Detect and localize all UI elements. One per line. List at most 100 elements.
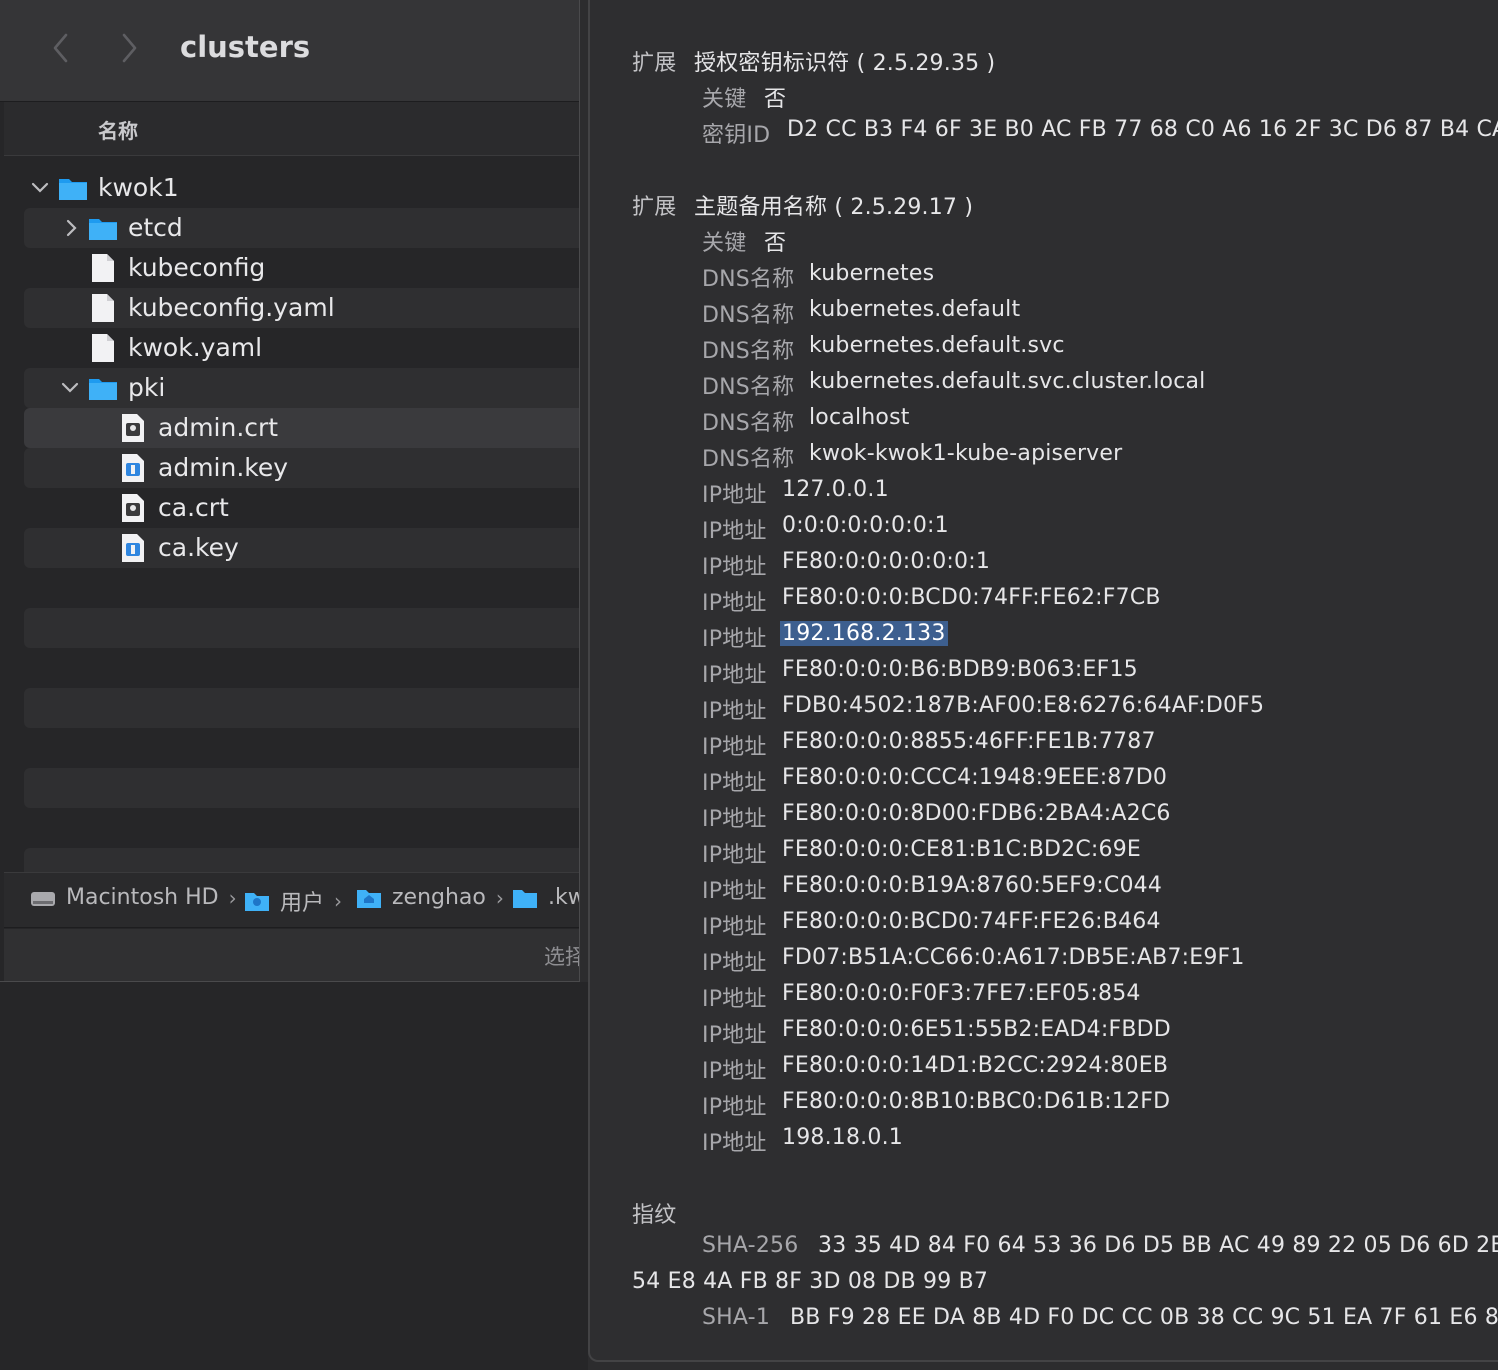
ip-address-key: IP地址 bbox=[702, 879, 767, 904]
chevron-right-icon: › bbox=[334, 889, 343, 913]
chevron-right-icon: › bbox=[495, 885, 504, 910]
status-bar: 选择 bbox=[4, 929, 579, 981]
extension-label: 扩展 bbox=[632, 51, 677, 76]
ip-address-value[interactable]: FE80:0:0:0:14D1:B2CC:2924:80EB bbox=[782, 1053, 1168, 1078]
ip-address-key: IP地址 bbox=[702, 627, 767, 652]
dns-name-value: kubernetes bbox=[809, 261, 935, 286]
hard-drive-icon bbox=[31, 891, 55, 906]
critical-value: 否 bbox=[764, 87, 787, 112]
list-item-label: pki bbox=[128, 373, 166, 402]
ip-address-key: IP地址 bbox=[702, 519, 767, 544]
fingerprint-title: 指纹 bbox=[632, 1203, 677, 1228]
window-title: clusters bbox=[180, 30, 311, 64]
empty-row bbox=[24, 608, 579, 648]
list-item-label: kwok1 bbox=[98, 173, 179, 202]
list-item-kwok1[interactable]: kwok1 bbox=[24, 168, 579, 208]
list-item-etcd[interactable]: etcd bbox=[24, 208, 579, 248]
list-item-ca-key[interactable]: ca.key bbox=[24, 528, 579, 568]
dns-name-key: DNS名称 bbox=[702, 339, 795, 364]
dns-name-value: localhost bbox=[809, 405, 910, 430]
ip-address-key: IP地址 bbox=[702, 987, 767, 1012]
ip-address-key: IP地址 bbox=[702, 951, 767, 976]
critical-key: 关键 bbox=[702, 87, 747, 112]
sha256-key: SHA-256 bbox=[702, 1233, 799, 1258]
list-item-kubeconfig-yaml[interactable]: kubeconfig.yaml bbox=[24, 288, 579, 328]
chevron-down-icon[interactable] bbox=[60, 376, 80, 400]
ip-address-value[interactable]: FE80:0:0:0:0:0:0:1 bbox=[782, 549, 990, 574]
sha256-value: 33 35 4D 84 F0 64 53 36 D6 D5 BB AC 49 8… bbox=[818, 1233, 1498, 1258]
ip-address-value[interactable]: FE80:0:0:0:BCD0:74FF:FE62:F7CB bbox=[782, 585, 1161, 610]
ip-address-value[interactable]: FE80:0:0:0:8855:46FF:FE1B:7787 bbox=[782, 729, 1156, 754]
ip-address-value[interactable]: FDB0:4502:187B:AF00:E8:6276:64AF:D0F5 bbox=[782, 693, 1264, 718]
list-item-label: kwok.yaml bbox=[128, 333, 263, 362]
folder-icon bbox=[59, 179, 87, 200]
ip-address-key: IP地址 bbox=[702, 771, 767, 796]
chevron-right-icon: › bbox=[228, 885, 237, 910]
ip-address-value[interactable]: FE80:0:0:0:CE81:B1C:BD2C:69E bbox=[782, 837, 1141, 862]
ip-address-key: IP地址 bbox=[702, 663, 767, 688]
critical-value: 否 bbox=[764, 231, 787, 256]
ip-address-key: IP地址 bbox=[702, 699, 767, 724]
column-header-name[interactable]: 名称 bbox=[4, 102, 579, 156]
ip-address-value[interactable]: 198.18.0.1 bbox=[782, 1125, 903, 1150]
status-text: 选择 bbox=[544, 945, 579, 969]
ip-address-value[interactable]: FE80:0:0:0:8D00:FDB6:2BA4:A2C6 bbox=[782, 801, 1171, 826]
list-item-pki[interactable]: pki bbox=[24, 368, 579, 408]
path-item-zenghao[interactable]: zenghao › bbox=[356, 885, 504, 910]
ip-address-value-selected[interactable]: 192.168.2.133 bbox=[780, 621, 948, 646]
dns-name-value: kubernetes.default.svc bbox=[809, 333, 1065, 358]
dns-name-key: DNS名称 bbox=[702, 267, 795, 292]
ip-address-key: IP地址 bbox=[702, 1095, 767, 1120]
ip-address-key: IP地址 bbox=[702, 483, 767, 508]
list-item-label: ca.crt bbox=[158, 493, 229, 522]
key-file-icon bbox=[122, 454, 144, 482]
chevron-down-icon[interactable] bbox=[30, 176, 50, 200]
dns-name-key: DNS名称 bbox=[702, 447, 795, 472]
path-item-macintosh-hd[interactable]: Macintosh HD › bbox=[30, 885, 237, 910]
list-item-label: ca.key bbox=[158, 533, 239, 562]
back-chevron-icon[interactable] bbox=[42, 30, 78, 66]
ip-address-value[interactable]: 0:0:0:0:0:0:0:1 bbox=[782, 513, 949, 538]
ip-address-value[interactable]: FE80:0:0:0:B19A:8760:5EF9:C044 bbox=[782, 873, 1162, 898]
forward-chevron-icon[interactable] bbox=[112, 30, 148, 66]
extension-title: 授权密钥标识符 ( 2.5.29.35 ) bbox=[694, 51, 996, 76]
ip-address-key: IP地址 bbox=[702, 843, 767, 868]
ip-address-value[interactable]: FE80:0:0:0:F0F3:7FE7:EF05:854 bbox=[782, 981, 1141, 1006]
chevron-right-icon[interactable] bbox=[62, 216, 82, 240]
list-item-admin-crt[interactable]: admin.crt bbox=[24, 408, 579, 448]
list-item-ca-crt[interactable]: ca.crt bbox=[24, 488, 579, 528]
dns-name-value: kubernetes.default bbox=[809, 297, 1021, 322]
extension-label: 扩展 bbox=[632, 195, 677, 220]
ip-address-value[interactable]: FE80:0:0:0:6E51:55B2:EAD4:FBDD bbox=[782, 1017, 1171, 1042]
desktop-background bbox=[0, 982, 588, 1370]
dns-name-key: DNS名称 bbox=[702, 375, 795, 400]
key-id-key: 密钥ID bbox=[702, 123, 771, 148]
path-item-kw[interactable]: .kw bbox=[512, 885, 579, 910]
extension-title: 主题备用名称 ( 2.5.29.17 ) bbox=[694, 195, 974, 220]
dns-name-key: DNS名称 bbox=[702, 303, 795, 328]
ip-address-value[interactable]: FD07:B51A:CC66:0:A617:DB5E:AB7:E9F1 bbox=[782, 945, 1245, 970]
ip-address-value[interactable]: FE80:0:0:0:CCC4:1948:9EEE:87D0 bbox=[782, 765, 1167, 790]
list-item-kwok-yaml[interactable]: kwok.yaml bbox=[24, 328, 579, 368]
list-item-label: admin.key bbox=[158, 453, 289, 482]
document-icon bbox=[92, 334, 114, 362]
ip-address-value[interactable]: 127.0.0.1 bbox=[782, 477, 889, 502]
ip-address-value[interactable]: FE80:0:0:0:8B10:BBC0:D61B:12FD bbox=[782, 1089, 1170, 1114]
empty-row bbox=[24, 768, 579, 808]
path-item-label: .kw bbox=[548, 885, 579, 910]
list-item-admin-key[interactable]: admin.key bbox=[24, 448, 579, 488]
critical-key: 关键 bbox=[702, 231, 747, 256]
finder-toolbar: clusters bbox=[0, 0, 579, 102]
path-item-label: zenghao bbox=[392, 885, 486, 910]
ip-address-value[interactable]: FE80:0:0:0:BCD0:74FF:FE26:B464 bbox=[782, 909, 1161, 934]
ip-address-key: IP地址 bbox=[702, 735, 767, 760]
ip-address-value[interactable]: FE80:0:0:0:B6:BDB9:B063:EF15 bbox=[782, 657, 1138, 682]
document-icon bbox=[92, 254, 114, 282]
ip-address-key: IP地址 bbox=[702, 555, 767, 580]
ip-address-key: IP地址 bbox=[702, 1023, 767, 1048]
sha1-key: SHA-1 bbox=[702, 1305, 771, 1330]
path-item-users[interactable]: 用户 › bbox=[244, 885, 342, 917]
column-header-label: 名称 bbox=[98, 119, 138, 143]
list-item-kubeconfig[interactable]: kubeconfig bbox=[24, 248, 579, 288]
ip-address-key: IP地址 bbox=[702, 591, 767, 616]
